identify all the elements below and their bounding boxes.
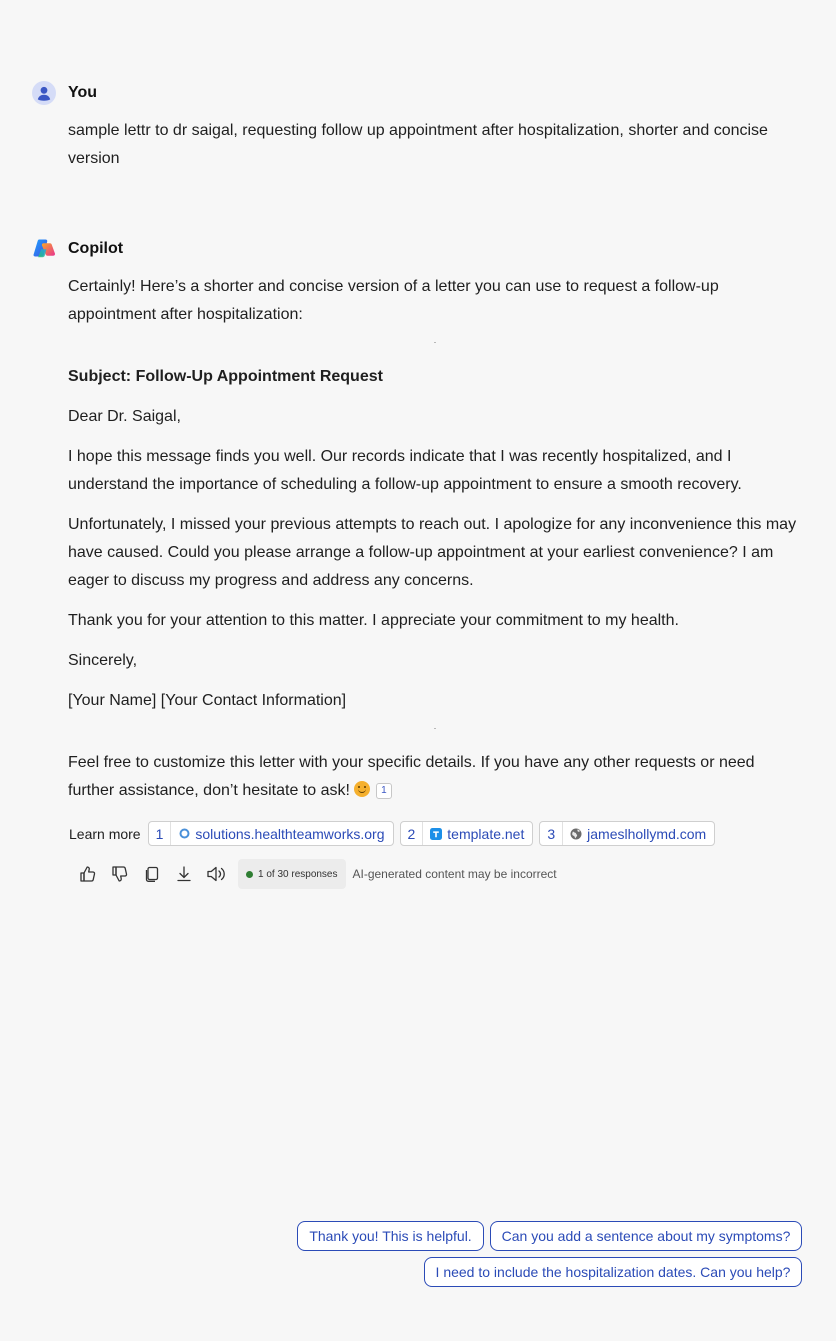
suggestion-chip-dates[interactable]: I need to include the hospitalization da… [424,1257,802,1287]
thumbs-up-button[interactable] [72,858,104,890]
letter-paragraph-2: Unfortunately, I missed your previous at… [68,511,808,595]
copilot-outro: Feel free to customize this letter with … [68,749,808,805]
user-text-line: version [68,150,120,167]
copilot-intro: Certainly! Here’s a shorter and concise … [68,273,808,329]
source-link-3[interactable]: 3 jameslhollymd.com [539,821,716,846]
source-number: 3 [540,822,564,845]
citation-marker[interactable]: 1 [375,783,392,799]
thumbs-up-icon [80,866,96,882]
copilot-message: Copilot [0,236,836,262]
ai-disclaimer: AI-generated content may be incorrect [352,867,557,881]
copy-button[interactable] [136,858,168,890]
letter-paragraph-3: Thank you for your attention to this mat… [68,612,679,629]
source-link-1[interactable]: 1 solutions.healthteamworks.org [147,821,394,846]
source-domain: solutions.healthteamworks.org [195,825,385,842]
t-logo-icon [430,827,443,840]
user-author-name: You [68,84,98,101]
paragraph-line: I hope this message finds you well. Our … [68,448,732,465]
paragraph-line: Unfortunately, I missed your previous at… [68,516,797,533]
copilot-logo-icon [32,237,56,261]
message-action-bar: 1 of 30 responses AI-generated content m… [72,858,557,890]
copilot-author-name: Copilot [68,240,124,257]
circle-icon [178,828,190,840]
user-message-text: sample lettr to dr saigal, requesting fo… [68,117,808,173]
smiling-face-icon [353,781,370,797]
globe-icon [570,828,582,840]
user-avatar-icon [32,81,56,105]
separator-dot [434,342,436,343]
read-aloud-button[interactable] [200,858,232,890]
paragraph-line: eager to discuss my progress and address… [68,572,474,589]
speaker-icon [207,866,225,882]
intro-line: appointment after hospitalization: [68,306,303,323]
intro-line: Certainly! Here’s a shorter and concise … [68,278,719,295]
paragraph-line: understand the importance of scheduling … [68,476,742,493]
response-counter-text: 1 of 30 responses [258,868,338,880]
source-number: 2 [401,822,424,845]
source-link-2[interactable]: 2 template.net [399,821,534,846]
suggestion-chip-thank-you[interactable]: Thank you! This is helpful. [297,1221,484,1251]
thumbs-down-icon [112,866,128,882]
response-counter[interactable]: 1 of 30 responses [238,859,346,889]
learn-more-label: Learn more [69,825,141,842]
user-text-line: sample lettr to dr saigal, requesting fo… [68,122,768,139]
suggestion-chip-symptoms[interactable]: Can you add a sentence about my symptoms… [490,1221,802,1251]
outro-line: further assistance, don’t hesitate to as… [68,777,808,805]
letter-closing: Sincerely, [68,652,138,669]
outro-line: Feel free to customize this letter with … [68,754,755,771]
source-domain: jameslhollymd.com [587,825,707,842]
export-button[interactable] [168,858,200,890]
letter-salutation: Dear Dr. Saigal, [68,408,181,425]
outro-text: further assistance, don’t hesitate to as… [68,782,350,799]
status-dot [246,870,253,878]
copy-icon [145,866,159,882]
learn-more-bar: Learn more 1 solutions.healthteamworks.o… [69,821,721,846]
letter-subject: Subject: Follow-Up Appointment Request [68,368,383,385]
thumbs-down-button[interactable] [104,858,136,890]
download-icon [177,866,191,882]
source-domain: template.net [447,825,525,842]
user-message: You [0,80,836,106]
letter-paragraph-1: I hope this message finds you well. Our … [68,443,808,499]
letter-signature: [Your Name] [Your Contact Information] [68,692,347,709]
paragraph-line: have caused. Could you please arrange a … [68,544,774,561]
separator-dot [434,728,436,729]
chat-page: You sample lettr to dr saigal, requestin… [0,0,836,1341]
source-number: 1 [149,822,172,845]
